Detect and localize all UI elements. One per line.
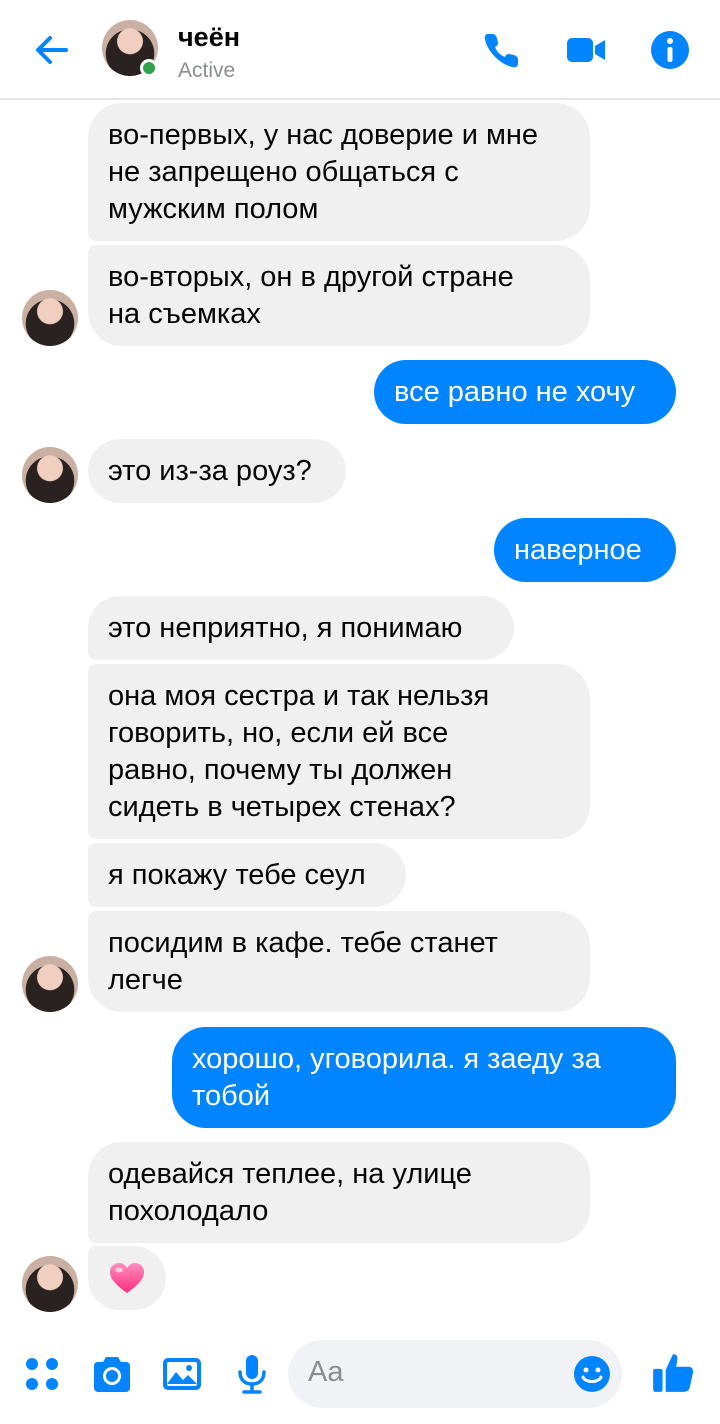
message-line: сидеть в четырех стенах? <box>108 790 456 823</box>
message-bubble-incoming[interactable]: посидим в кафе. тебе станет легче <box>88 911 590 1012</box>
message-input-placeholder: Aa <box>308 1356 344 1388</box>
message-line: легче <box>108 963 183 996</box>
message-line: она моя сестра и так нельзя <box>108 679 490 712</box>
message-line: я покажу тебе сеул <box>108 858 366 891</box>
message-line: говорить, но, если ей все <box>108 716 449 749</box>
message-line: тобой <box>192 1079 271 1112</box>
video-call-icon[interactable] <box>564 28 608 72</box>
message-line: мужским полом <box>108 192 319 225</box>
message-bubble-incoming[interactable]: это из-за роуз? <box>88 439 346 503</box>
emoji-icon[interactable] <box>572 1354 612 1394</box>
message-line: во-первых, у нас доверие и мне <box>108 118 539 151</box>
sender-avatar[interactable] <box>22 956 78 1012</box>
message-input[interactable]: Aa <box>288 1340 622 1408</box>
sender-avatar[interactable] <box>22 447 78 503</box>
microphone-icon[interactable] <box>230 1352 274 1396</box>
message-line: хорошо, уговорила. я заеду за <box>192 1042 601 1075</box>
message-line: похолодало <box>108 1194 269 1227</box>
message-bubble-incoming[interactable]: я покажу тебе сеул <box>88 843 406 907</box>
thumbs-up-icon[interactable] <box>650 1350 696 1396</box>
message-bubble-incoming[interactable]: во-первых, у нас доверие и мне не запрещ… <box>88 103 590 241</box>
message-line: посидим в кафе. тебе станет <box>108 926 498 959</box>
message-line: это из-за роуз? <box>108 454 312 487</box>
message-line: не запрещено общаться с <box>108 155 459 188</box>
message-bubble-outgoing[interactable]: все равно не хочу <box>374 360 676 424</box>
info-icon[interactable] <box>648 28 692 72</box>
message-line: на съемках <box>108 297 261 330</box>
message-line: наверное <box>514 533 642 566</box>
phone-call-icon[interactable] <box>480 28 524 72</box>
sender-avatar[interactable] <box>22 1256 78 1312</box>
active-status-dot <box>140 59 158 77</box>
message-line: все равно не хочу <box>394 375 636 408</box>
gallery-image-icon[interactable] <box>160 1352 204 1396</box>
camera-icon[interactable] <box>90 1352 134 1396</box>
message-bubble-outgoing[interactable]: хорошо, уговорила. я заеду за тобой <box>172 1027 676 1128</box>
chat-header: чеён Active <box>0 0 720 100</box>
heart-message[interactable] <box>88 1246 166 1310</box>
message-line: это неприятно, я понимаю <box>108 611 463 644</box>
message-line: во-вторых, он в другой стране <box>108 260 514 293</box>
sender-avatar[interactable] <box>22 290 78 346</box>
heart-emoji-icon <box>110 1263 144 1293</box>
message-line: равно, почему ты должен <box>108 753 453 786</box>
contact-status: Active <box>178 59 236 82</box>
contact-name[interactable]: чеён <box>178 22 240 53</box>
message-line: одевайся теплее, на улице <box>108 1157 472 1190</box>
message-bubble-incoming[interactable]: одевайся теплее, на улице похолодало <box>88 1142 590 1243</box>
message-bubble-incoming[interactable]: во-вторых, он в другой стране на съемках <box>88 245 590 346</box>
message-bubble-incoming[interactable]: это неприятно, я понимаю <box>88 596 514 660</box>
message-bubble-outgoing[interactable]: наверное <box>494 518 676 582</box>
back-arrow-icon[interactable] <box>30 28 74 72</box>
message-bubble-incoming[interactable]: она моя сестра и так нельзя говорить, но… <box>88 664 590 839</box>
apps-grid-icon[interactable] <box>20 1352 64 1396</box>
